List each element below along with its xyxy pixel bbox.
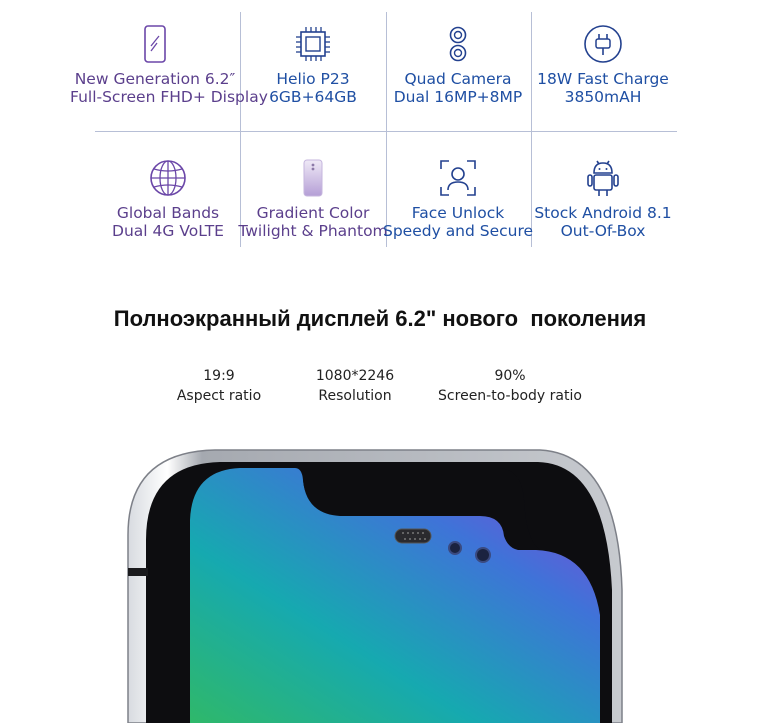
spec-resolution: 1080*2246 Resolution (300, 366, 410, 406)
feature-network: Global Bands Dual 4G VoLTE (93, 158, 243, 240)
feature-camera: Quad Camera Dual 16MP+8MP (383, 24, 533, 106)
feature-display: New Generation 6.2″ Full-Screen FHD+ Dis… (70, 24, 268, 106)
phone-image (127, 449, 623, 723)
feature-line1: Face Unlock (411, 204, 505, 222)
feature-line1: Gradient Color (256, 204, 370, 222)
feature-line2: 6GB+64GB (269, 88, 357, 106)
feature-color: Gradient Color Twilight & Phantom (238, 158, 388, 240)
earpiece-speaker (394, 528, 432, 544)
phone-back-icon (303, 159, 323, 197)
feature-line2: 3850mAH (564, 88, 642, 106)
plug-icon (584, 25, 622, 63)
feature-face-unlock: Face Unlock Speedy and Secure (383, 158, 533, 240)
feature-line1: New Generation 6.2″ (74, 70, 236, 88)
antenna-line (128, 568, 148, 576)
globe-icon (150, 160, 186, 196)
feature-line1: Stock Android 8.1 (534, 204, 672, 222)
feature-line2: Out-Of-Box (560, 222, 646, 240)
feature-grid: New Generation 6.2″ Full-Screen FHD+ Dis… (0, 0, 775, 260)
feature-line1: Quad Camera (404, 70, 512, 88)
chip-icon (296, 27, 330, 61)
spec-label: Screen-to-body ratio (438, 388, 582, 404)
smartphone-icon (144, 25, 166, 63)
spec-aspect-ratio: 19:9 Aspect ratio (164, 366, 274, 406)
feature-line2: Dual 16MP+8MP (393, 88, 523, 106)
feature-line1: Helio P23 (276, 70, 350, 88)
feature-android: Stock Android 8.1 Out-Of-Box (528, 158, 678, 240)
feature-charge: 18W Fast Charge 3850mAH (528, 24, 678, 106)
feature-line2: Twilight & Phantom (238, 222, 388, 240)
spec-value: 1080*2246 (315, 368, 395, 384)
front-camera-lens (448, 541, 462, 555)
spec-label: Aspect ratio (176, 388, 262, 404)
spec-screen-to-body: 90% Screen-to-body ratio (430, 366, 590, 406)
feature-line2: Speedy and Secure (383, 222, 534, 240)
front-camera-lens (475, 547, 491, 563)
feature-processor: Helio P23 6GB+64GB (238, 24, 388, 106)
spec-label: Resolution (318, 388, 392, 404)
spec-value: 19:9 (203, 368, 235, 384)
face-scan-icon (440, 160, 476, 196)
feature-line1: 18W Fast Charge (537, 70, 669, 88)
headline: Полноэкранный дисплей 6.2" нового поколе… (113, 306, 647, 331)
dual-camera-icon (449, 26, 467, 62)
android-icon (587, 160, 619, 196)
feature-line2: Dual 4G VoLTE (112, 222, 224, 240)
feature-line1: Global Bands (116, 204, 220, 222)
spec-value: 90% (494, 368, 526, 384)
feature-line2: Full-Screen FHD+ Display (70, 88, 268, 106)
